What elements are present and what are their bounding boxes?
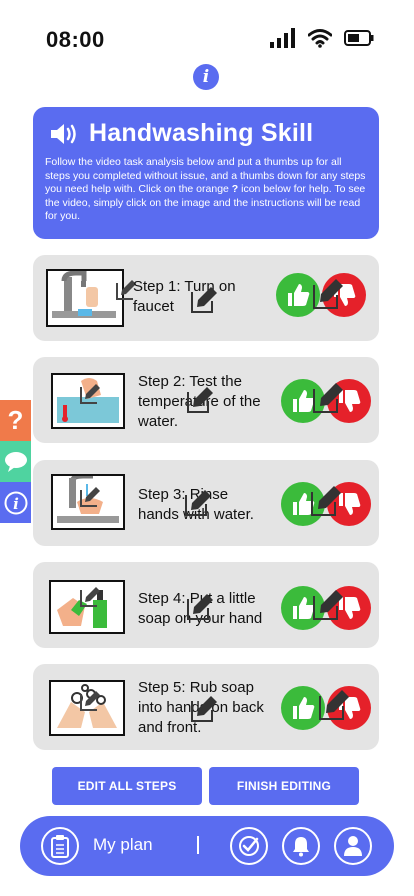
signal-icon [270, 28, 295, 48]
info-circle-icon: i [4, 491, 27, 514]
edit-icon[interactable] [185, 592, 215, 622]
profile-button[interactable] [334, 827, 372, 865]
nav-divider [197, 836, 199, 854]
rating-buttons [281, 379, 373, 423]
finish-editing-button[interactable]: FINISH EDITING [209, 767, 359, 805]
status-bar: 08:00 [0, 0, 414, 70]
edit-icon[interactable] [311, 588, 345, 622]
edit-icon[interactable] [77, 688, 103, 714]
status-icons [270, 28, 374, 48]
edit-icon[interactable] [311, 381, 345, 415]
notifications-button[interactable] [282, 827, 320, 865]
speaker-icon[interactable] [49, 121, 79, 147]
rating-buttons [281, 586, 373, 630]
step-card-3: Step 3: Rinse hands with water. [33, 460, 379, 546]
bell-icon [293, 837, 309, 857]
edit-icon[interactable] [77, 584, 103, 610]
edit-icon[interactable] [317, 688, 351, 722]
rating-buttons [281, 686, 373, 730]
user-icon [344, 836, 362, 856]
help-icon: ? [7, 405, 24, 435]
step-card-1: Step 1: Turn on faucet [33, 255, 379, 341]
rating-buttons [281, 482, 373, 526]
step-card-2: Step 2: Test the temperature of the wate… [33, 357, 379, 443]
bottom-nav: My plan [20, 816, 394, 876]
check-icon [239, 836, 259, 856]
status-time: 08:00 [46, 27, 105, 52]
rating-buttons [276, 273, 368, 317]
edit-icon[interactable] [311, 277, 345, 311]
edit-icon[interactable] [77, 381, 103, 407]
svg-text:i: i [13, 495, 19, 513]
thumbs-up-icon [293, 697, 315, 719]
edit-all-steps-button[interactable]: EDIT ALL STEPS [52, 767, 202, 805]
thumbs-up-icon [288, 284, 310, 306]
edit-icon[interactable] [185, 385, 215, 415]
battery-icon [344, 30, 374, 46]
edit-icon[interactable] [189, 694, 219, 724]
page-title: Handwashing Skill [89, 119, 314, 147]
step-card-4: Step 4: Put a little soap on your hand [33, 562, 379, 648]
wifi-icon [308, 29, 332, 48]
side-tabs: ? i [0, 400, 31, 523]
info-tab[interactable]: i [0, 482, 31, 523]
edit-icon[interactable] [77, 484, 103, 510]
my-plan-label[interactable]: My plan [93, 835, 153, 855]
edit-icon[interactable] [183, 488, 213, 518]
info-icon[interactable]: i [193, 64, 219, 90]
chat-tab[interactable] [0, 441, 31, 482]
skill-header-card: Handwashing Skill Follow the video task … [33, 107, 379, 239]
instructions-text: Follow the video task analysis below and… [45, 156, 367, 224]
step-card-5: Step 5: Rub soap into hands on back and … [33, 664, 379, 750]
help-tab[interactable]: ? [0, 400, 31, 441]
clipboard-icon [51, 835, 69, 858]
edit-icon[interactable] [189, 285, 219, 315]
check-button[interactable] [230, 827, 268, 865]
my-plan-button[interactable] [41, 827, 79, 865]
edit-icon[interactable] [309, 484, 343, 518]
chat-icon [4, 451, 27, 472]
